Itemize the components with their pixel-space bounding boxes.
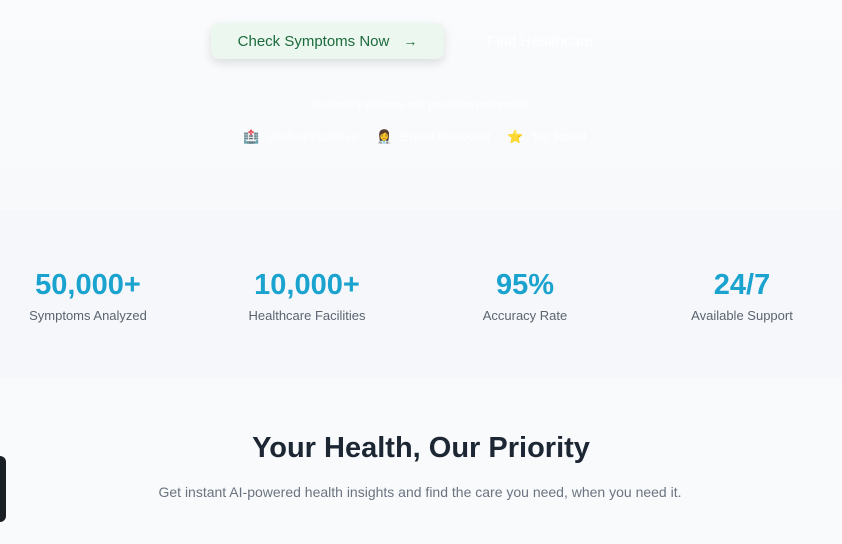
section-title: Your Health, Our Priority [252, 432, 590, 464]
stat-label: Healthcare Facilities [248, 308, 366, 323]
check-symptoms-label: Check Symptoms Now [237, 32, 390, 50]
find-healthcare-button[interactable]: Find Healthcare [465, 23, 615, 59]
stat-value: 50,000+ [35, 269, 141, 301]
stat-label: Symptoms Analyzed [29, 308, 147, 323]
check-symptoms-button[interactable]: Check Symptoms Now → [211, 23, 444, 59]
stat-value: 10,000+ [254, 269, 360, 301]
stat-facilities: 10,000+ Healthcare Facilities [236, 266, 378, 323]
trust-badges: 🏥 Verified Facilities 👩‍⚕️ Expert Review… [0, 130, 842, 148]
badge-label: Top Rated [531, 130, 586, 144]
stat-label: Accuracy Rate [482, 308, 568, 323]
side-widget-tab[interactable] [0, 456, 6, 522]
trust-line: Trusted by patients and providers nation… [310, 99, 530, 111]
priority-section: Your Health, Our Priority Get instant AI… [0, 378, 842, 544]
stat-label: Available Support [691, 308, 793, 323]
stat-support: 24/7 Available Support [682, 266, 802, 323]
badge-label: Expert Reviewed [400, 130, 491, 144]
badge-expert: 👩‍⚕️ Expert Reviewed [376, 129, 491, 145]
badge-label: Verified Facilities [267, 130, 358, 144]
arrow-right-icon: → [403, 33, 418, 49]
stat-accuracy: 95% Accuracy Rate [470, 266, 580, 323]
hospital-icon: 🏥 [243, 129, 260, 144]
stat-symptoms: 50,000+ Symptoms Analyzed [28, 266, 148, 323]
stat-value: 24/7 [713, 269, 771, 301]
section-subtitle: Get instant AI-powered health insights a… [158, 484, 682, 500]
badge-top-rated: ⭐ Top Rated [507, 129, 586, 145]
star-icon: ⭐ [507, 129, 524, 144]
doctor-icon: 👩‍⚕️ [376, 129, 393, 144]
badge-verified: 🏥 Verified Facilities [243, 129, 358, 145]
stat-value: 95% [495, 269, 555, 301]
stats-section: 50,000+ Symptoms Analyzed 10,000+ Health… [0, 210, 842, 378]
hero-section: Check Symptoms Now → Find Healthcare Tru… [0, 0, 842, 210]
